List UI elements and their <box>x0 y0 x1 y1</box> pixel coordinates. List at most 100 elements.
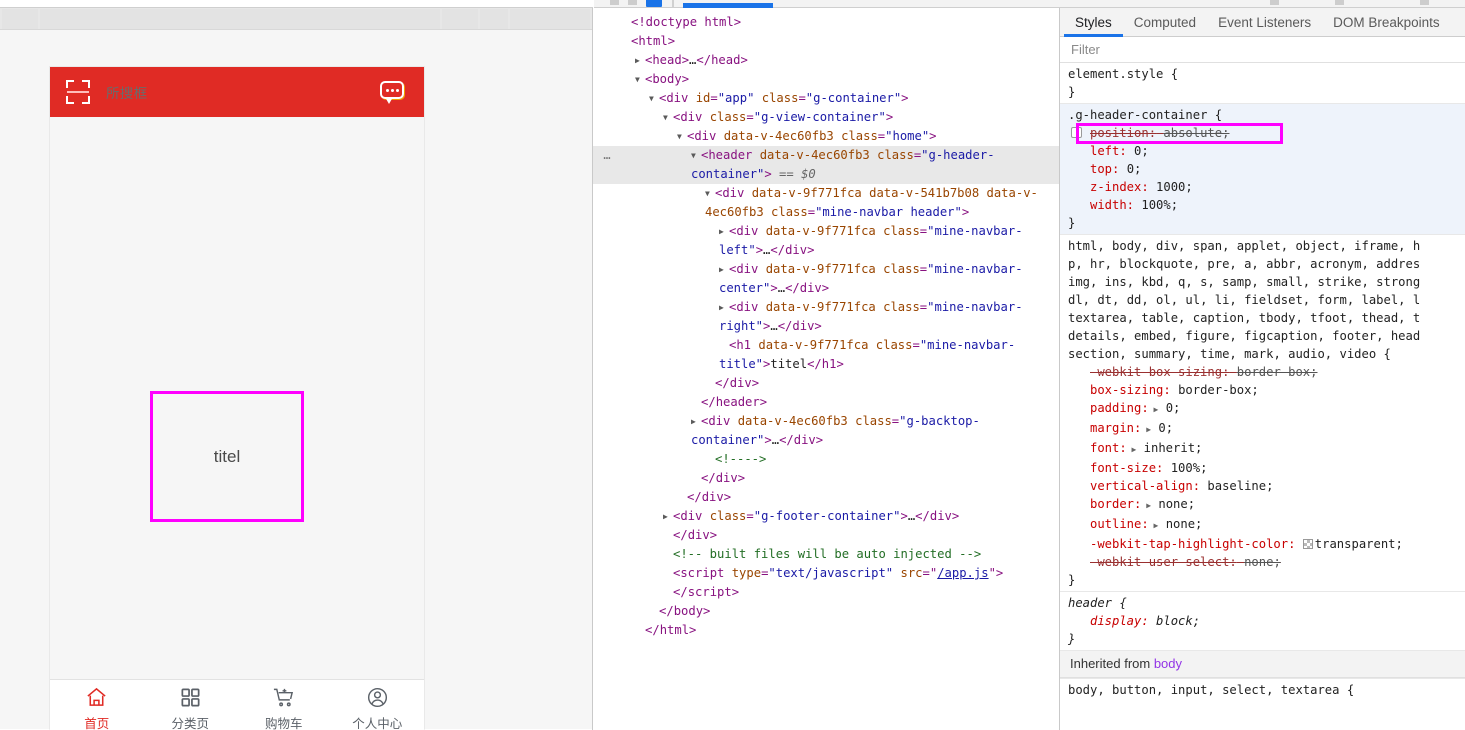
tab-profile[interactable]: 个人中心 <box>331 686 425 730</box>
declaration-value[interactable]: baseline; <box>1207 479 1273 493</box>
color-swatch[interactable] <box>1302 539 1313 549</box>
css-declaration-box-sizing[interactable]: box-sizing: border-box; <box>1068 381 1465 399</box>
declaration-value[interactable]: block; <box>1156 614 1200 628</box>
css-rule-g-header-container[interactable]: .g-header-container {position: absolute;… <box>1060 103 1465 234</box>
device-toolbar-extras[interactable] <box>510 9 590 29</box>
tab-computed[interactable]: Computed <box>1123 8 1207 37</box>
declaration-name[interactable]: box-sizing: <box>1090 383 1171 397</box>
declaration-name[interactable]: outline: <box>1090 517 1149 531</box>
chevron-right-icon[interactable]: ▶ <box>1141 501 1151 510</box>
dom-node-row[interactable]: ▶ <div data-v-9f771fca class="mine-navbar… <box>593 222 1059 260</box>
dom-node-row[interactable]: ▶ <div data-v-9f771fca class="mine-navbar… <box>593 260 1059 298</box>
declaration-name[interactable]: position: <box>1090 126 1156 140</box>
chevron-down-icon[interactable]: ▼ <box>677 127 687 146</box>
tab-event-listeners[interactable]: Event Listeners <box>1207 8 1322 37</box>
dom-node-row[interactable]: ▼ <body> <box>593 70 1059 89</box>
css-selector[interactable]: header { <box>1068 594 1465 612</box>
tab-styles[interactable]: Styles <box>1064 8 1123 37</box>
declaration-name[interactable]: -webkit-box-sizing: <box>1090 365 1229 379</box>
scan-icon[interactable] <box>66 80 90 104</box>
css-rule-css-reset[interactable]: html, body, div, span, applet, object, i… <box>1060 234 1465 591</box>
dom-node-row[interactable]: </div> <box>593 469 1059 488</box>
chevron-right-icon[interactable]: ▶ <box>691 412 701 431</box>
dom-tree-pane[interactable]: <!doctype html> <html> ▶ <head>…</head> ▼ <bo… <box>593 8 1060 730</box>
message-bubble-icon[interactable] <box>380 81 406 104</box>
styles-toolbar-icon-1[interactable] <box>1270 0 1279 5</box>
chevron-right-icon[interactable]: ▶ <box>635 51 645 70</box>
declaration-name[interactable]: vertical-align: <box>1090 479 1200 493</box>
chevron-right-icon[interactable]: ▶ <box>719 298 729 317</box>
declaration-name[interactable]: border: <box>1090 497 1141 511</box>
declaration-value[interactable]: border-box; <box>1178 383 1259 397</box>
dom-node-row[interactable]: </script> <box>593 583 1059 602</box>
declaration-name[interactable]: font-size: <box>1090 461 1163 475</box>
declaration-name[interactable]: -webkit-tap-highlight-color: <box>1090 537 1295 551</box>
css-rule-element-style[interactable]: element.style {} <box>1060 63 1465 103</box>
css-rule-header-ua[interactable]: header {display: block;} <box>1060 591 1465 650</box>
css-declaration--webkit-user-select[interactable]: -webkit-user-select: none; <box>1068 553 1465 571</box>
css-declaration-vertical-align[interactable]: vertical-align: baseline; <box>1068 477 1465 495</box>
styles-rules-list[interactable]: element.style {} .g-header-container {pos… <box>1060 63 1465 730</box>
chevron-down-icon[interactable]: ▼ <box>705 184 715 203</box>
css-selector[interactable]: body, button, input, select, textarea { <box>1068 681 1465 699</box>
declaration-name[interactable]: margin: <box>1090 421 1141 435</box>
declaration-name[interactable]: padding: <box>1090 401 1149 415</box>
declaration-value[interactable]: 0; <box>1166 401 1181 415</box>
css-declaration-z-index[interactable]: z-index: 1000; <box>1068 178 1465 196</box>
device-emulation-toolbar[interactable] <box>0 8 592 30</box>
device-toolbar-icon[interactable] <box>628 0 637 5</box>
css-declaration-margin[interactable]: margin: ▶ 0; <box>1068 419 1465 439</box>
dom-node-row[interactable]: … ▼ <header data-v-4ec60fb3 class="g-heade… <box>593 146 1059 184</box>
declaration-value[interactable]: inherit; <box>1144 441 1203 455</box>
chevron-right-icon[interactable]: ▶ <box>719 260 729 279</box>
declaration-name[interactable]: font: <box>1090 441 1127 455</box>
chevron-down-icon[interactable]: ▼ <box>635 70 645 89</box>
dom-node-row[interactable]: <h1 data-v-9f771fca class="mine-navbar-t… <box>593 336 1059 374</box>
device-zoom-select[interactable] <box>442 9 478 29</box>
declaration-value[interactable]: 0; <box>1127 162 1142 176</box>
declaration-value[interactable]: none; <box>1244 555 1281 569</box>
dom-node-row[interactable]: ▼ <div id="app" class="g-container"> <box>593 89 1059 108</box>
declaration-name[interactable]: display: <box>1090 614 1149 628</box>
dom-node-row[interactable]: <!-- built files will be auto injected -… <box>593 545 1059 564</box>
dom-node-row[interactable]: </div> <box>593 374 1059 393</box>
dom-node-row[interactable]: ▼ <div data-v-4ec60fb3 class="home"> <box>593 127 1059 146</box>
declaration-value[interactable]: none; <box>1158 497 1195 511</box>
css-declaration-font[interactable]: font: ▶ inherit; <box>1068 439 1465 459</box>
chevron-right-icon[interactable]: ▶ <box>1149 521 1159 530</box>
css-rule-inherited-body[interactable]: body, button, input, select, textarea { <box>1060 678 1465 701</box>
declaration-value[interactable]: 0; <box>1134 144 1149 158</box>
css-declaration--webkit-tap-highlight-color[interactable]: -webkit-tap-highlight-color: transparent… <box>1068 535 1465 553</box>
dom-node-row[interactable]: <!----> <box>593 450 1059 469</box>
styles-toolbar-icon-3[interactable] <box>1420 0 1429 5</box>
dom-node-row[interactable]: ▼ <div data-v-9f771fca data-v-541b7b08 da… <box>593 184 1059 222</box>
dom-node-row[interactable]: </div> <box>593 488 1059 507</box>
declaration-value[interactable]: 0; <box>1158 421 1173 435</box>
tab-cart[interactable]: 购物车 <box>237 686 331 730</box>
tab-home[interactable]: 首页 <box>50 686 144 730</box>
tab-dom-breakpoints[interactable]: DOM Breakpoints <box>1322 8 1451 37</box>
css-selector[interactable]: .g-header-container { <box>1068 106 1465 124</box>
dom-token-lnk[interactable]: /app.js <box>937 566 988 580</box>
device-select[interactable] <box>2 9 38 29</box>
styles-panel-tabs[interactable]: Styles Computed Event Listeners DOM Breakpo… <box>1060 8 1465 37</box>
declaration-value[interactable]: transparent; <box>1315 537 1403 551</box>
dom-node-row[interactable]: </body> <box>593 602 1059 621</box>
chevron-right-icon[interactable]: ▶ <box>1141 425 1151 434</box>
chevron-right-icon[interactable]: ▶ <box>1127 445 1137 454</box>
declaration-value[interactable]: 1000; <box>1156 180 1193 194</box>
declaration-value[interactable]: absolute; <box>1163 126 1229 140</box>
css-declaration-position[interactable]: position: absolute; <box>1068 124 1465 142</box>
css-declaration-top[interactable]: top: 0; <box>1068 160 1465 178</box>
chevron-down-icon[interactable]: ▼ <box>663 108 673 127</box>
css-declaration-font-size[interactable]: font-size: 100%; <box>1068 459 1465 477</box>
inspect-element-icon[interactable] <box>610 0 619 5</box>
css-selector[interactable]: element.style { <box>1068 65 1465 83</box>
dom-node-row[interactable]: <html> <box>593 32 1059 51</box>
css-declaration-width[interactable]: width: 100%; <box>1068 196 1465 214</box>
css-declaration-outline[interactable]: outline: ▶ none; <box>1068 515 1465 535</box>
css-declaration-border[interactable]: border: ▶ none; <box>1068 495 1465 515</box>
dom-node-row[interactable]: ▼ <div class="g-view-container"> <box>593 108 1059 127</box>
dom-node-row[interactable]: </html> <box>593 621 1059 640</box>
chevron-right-icon[interactable]: ▶ <box>719 222 729 241</box>
